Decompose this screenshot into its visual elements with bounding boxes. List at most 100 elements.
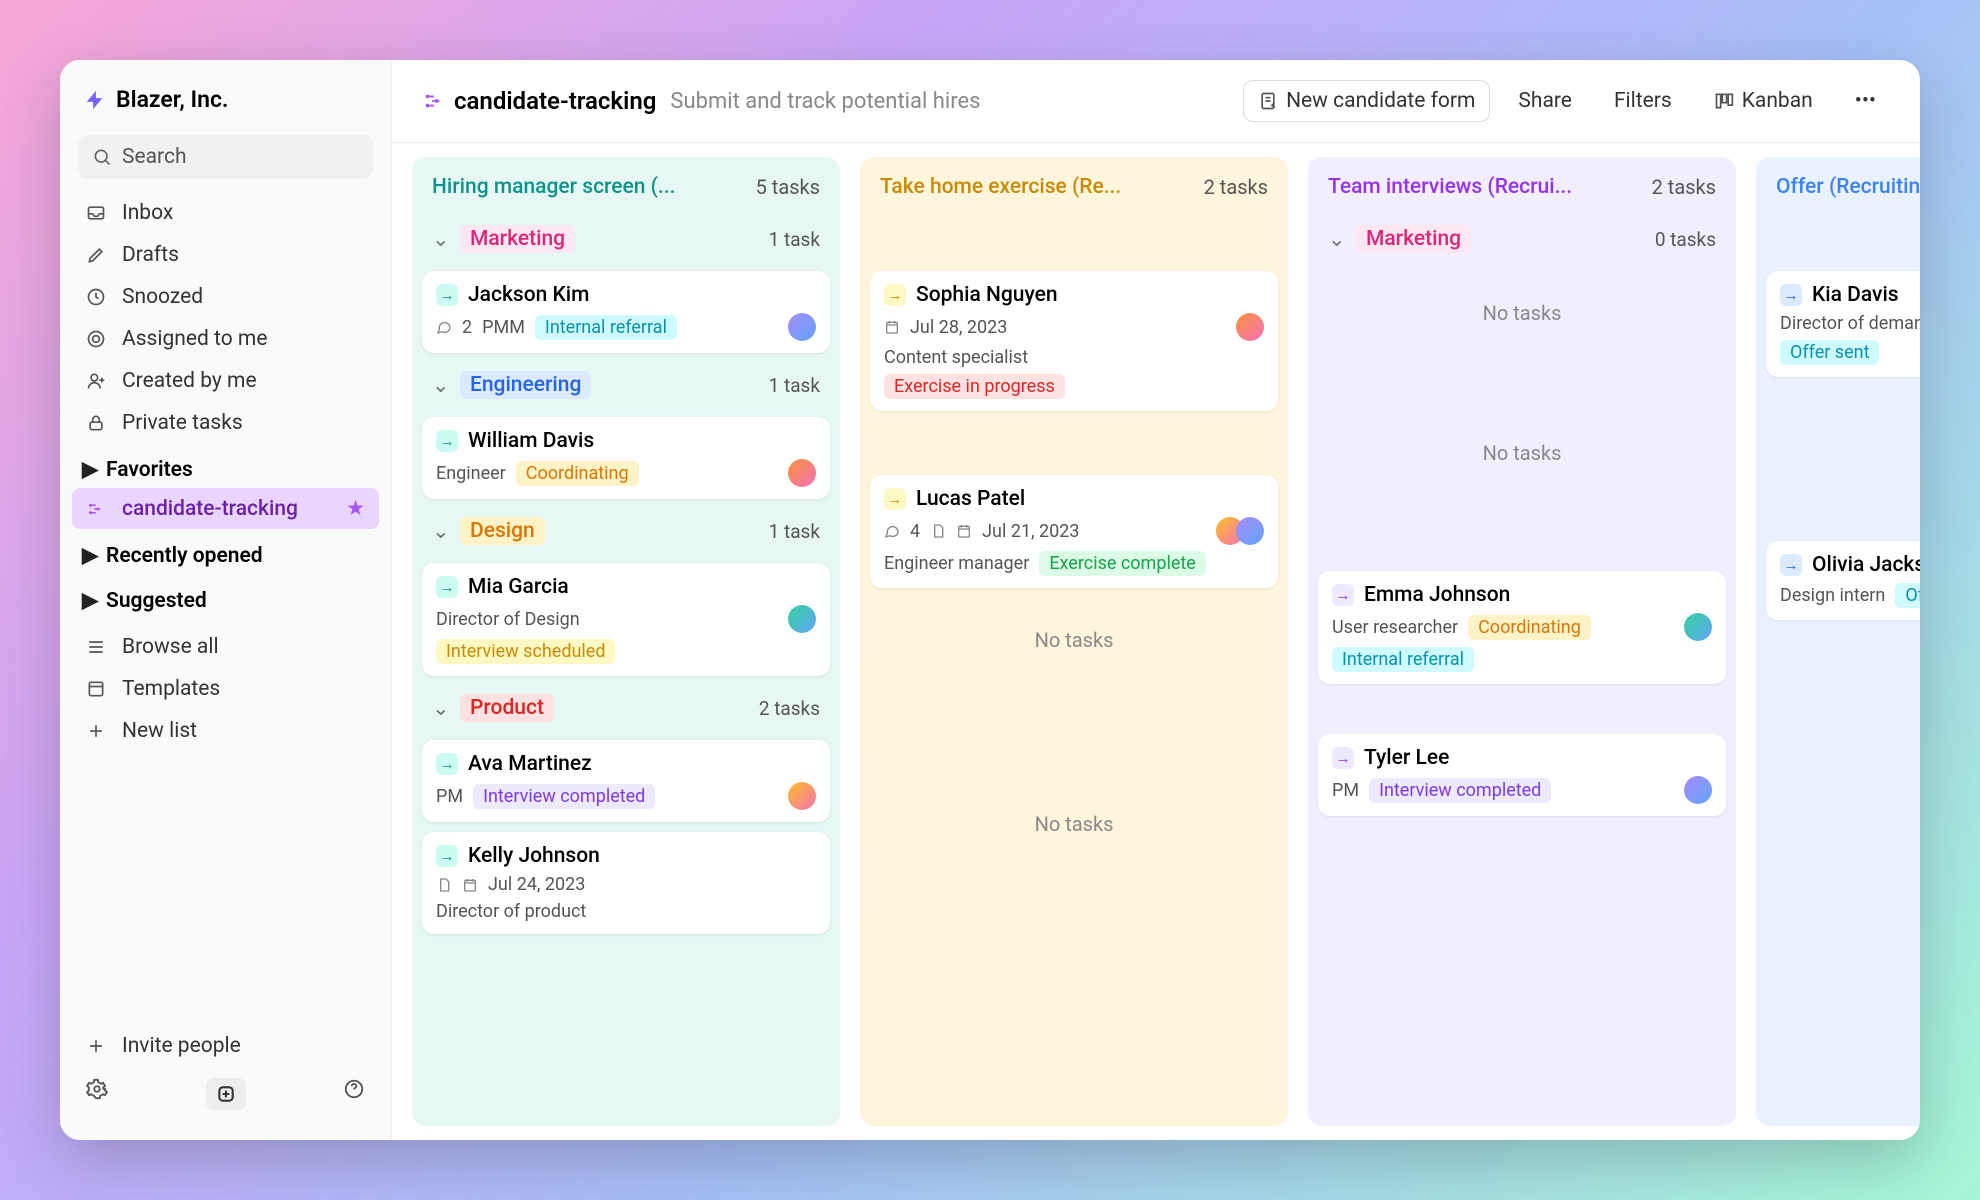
arrow-right-icon: →: [436, 430, 458, 452]
arrow-right-icon: →: [436, 284, 458, 306]
search-placeholder: Search: [122, 145, 187, 169]
card-sophia-nguyen[interactable]: →Sophia Nguyen Jul 28, 2023 Content spec…: [870, 271, 1278, 411]
help-icon[interactable]: [343, 1078, 365, 1110]
avatar: [1236, 313, 1264, 341]
nav-secondary: Browse all Templates New list: [72, 627, 379, 751]
workspace-name: Blazer, Inc.: [116, 86, 228, 113]
nav-templates[interactable]: Templates: [72, 669, 379, 709]
nav-assigned[interactable]: Assigned to me: [72, 319, 379, 359]
section-suggested[interactable]: ▶ Suggested: [72, 574, 379, 619]
more-menu[interactable]: •••: [1841, 81, 1890, 121]
list-subtitle: Submit and track potential hires: [670, 89, 980, 114]
card-olivia-jackson[interactable]: →Olivia Jackson Design internOffe: [1766, 541, 1920, 620]
dots-icon: •••: [1855, 89, 1876, 113]
column-hiring-manager-screen: Hiring manager screen (... 5 tasks ⌄Mark…: [412, 157, 840, 1126]
card-ava-martinez[interactable]: →Ava Martinez PMInterview completed: [422, 740, 830, 822]
share-button[interactable]: Share: [1504, 81, 1586, 121]
chevron-right-icon: ▶: [82, 588, 96, 613]
arrow-right-icon: →: [1780, 284, 1802, 306]
view-kanban-button[interactable]: Kanban: [1700, 81, 1827, 121]
list-icon: [86, 500, 108, 518]
column-offer: Offer (Recruiting) →Kia Davis Director o…: [1756, 157, 1920, 1126]
form-icon: [1258, 91, 1278, 111]
calendar-icon: [462, 877, 478, 893]
header: candidate-tracking Submit and track pote…: [392, 60, 1920, 143]
sidebar: Blazer, Inc. Search Inbox Drafts Snoozed…: [60, 60, 392, 1140]
nav-drafts[interactable]: Drafts: [72, 235, 379, 275]
group-product[interactable]: ⌄Product2 tasks: [422, 686, 830, 730]
arrow-right-icon: →: [436, 845, 458, 867]
group-design[interactable]: ⌄Design1 task: [422, 509, 830, 553]
group-marketing[interactable]: ⌄Marketing1 task: [422, 217, 830, 261]
column-take-home-exercise: Take home exercise (Re...2 tasks →Sophia…: [860, 157, 1288, 1126]
avatar: [1236, 517, 1264, 545]
chevron-down-icon: ⌄: [432, 373, 450, 398]
arrow-right-icon: →: [1780, 554, 1802, 576]
template-icon: [86, 679, 108, 699]
filters-button[interactable]: Filters: [1600, 81, 1686, 121]
card-william-davis[interactable]: →William Davis EngineerCoordinating: [422, 417, 830, 499]
card-jackson-kim[interactable]: →Jackson Kim 2 PMM Internal referral: [422, 271, 830, 353]
column-header[interactable]: Hiring manager screen (... 5 tasks: [422, 167, 830, 207]
column-header[interactable]: Team interviews (Recrui...2 tasks: [1318, 167, 1726, 207]
arrow-right-icon: →: [436, 576, 458, 598]
nav-private[interactable]: Private tasks: [72, 403, 379, 443]
lock-icon: [86, 413, 108, 433]
sidebar-footer: [72, 1066, 379, 1122]
column-team-interviews: Team interviews (Recrui...2 tasks ⌄Marke…: [1308, 157, 1736, 1126]
chevron-down-icon: ⌄: [1328, 227, 1346, 252]
app-window: Blazer, Inc. Search Inbox Drafts Snoozed…: [60, 60, 1920, 1140]
column-header[interactable]: Offer (Recruiting): [1766, 167, 1920, 207]
empty-marketing: No tasks: [1318, 271, 1726, 355]
card-tyler-lee[interactable]: →Tyler Lee PMInterview completed: [1318, 734, 1726, 816]
user-plus-icon: [86, 371, 108, 391]
settings-icon[interactable]: [86, 1078, 108, 1110]
chevron-down-icon: ⌄: [432, 519, 450, 544]
list-lines-icon: [86, 637, 108, 657]
search-input[interactable]: Search: [78, 135, 373, 179]
avatar: [788, 782, 816, 810]
list-title[interactable]: candidate-tracking: [422, 87, 656, 115]
group-marketing[interactable]: ⌄Marketing0 tasks: [1318, 217, 1726, 261]
section-favorites[interactable]: ▶ Favorites: [72, 443, 379, 488]
kanban-board: Hiring manager screen (... 5 tasks ⌄Mark…: [392, 143, 1920, 1140]
workspace-switcher[interactable]: Blazer, Inc.: [72, 78, 379, 121]
avatar: [1684, 776, 1712, 804]
nav-browse[interactable]: Browse all: [72, 627, 379, 667]
arrow-right-icon: →: [1332, 747, 1354, 769]
card-lucas-patel[interactable]: →Lucas Patel 4 Jul 21, 2023 Engineer man…: [870, 475, 1278, 588]
section-recent[interactable]: ▶ Recently opened: [72, 529, 379, 574]
new-candidate-button[interactable]: New candidate form: [1243, 80, 1490, 122]
new-task-button[interactable]: [206, 1078, 246, 1110]
nav-invite[interactable]: Invite people: [72, 1026, 379, 1066]
nav-inbox[interactable]: Inbox: [72, 193, 379, 233]
plus-icon: [86, 1036, 108, 1056]
calendar-icon: [956, 523, 972, 539]
nav-primary: Inbox Drafts Snoozed Assigned to me Crea…: [72, 193, 379, 443]
card-kia-davis[interactable]: →Kia Davis Director of demand Offer sent: [1766, 271, 1920, 377]
card-mia-garcia[interactable]: →Mia Garcia Director of Design Interview…: [422, 563, 830, 676]
bolt-icon: [84, 89, 106, 111]
sidebar-item-candidate-tracking[interactable]: candidate-tracking ★: [72, 488, 379, 529]
empty-engineering: No tas: [1766, 387, 1920, 471]
empty-product: No tasks: [870, 782, 1278, 866]
star-icon[interactable]: ★: [346, 496, 365, 521]
group-engineering[interactable]: ⌄Engineering1 task: [422, 363, 830, 407]
nav-new-list[interactable]: New list: [72, 711, 379, 751]
calendar-icon: [884, 319, 900, 335]
inbox-icon: [86, 203, 108, 223]
card-kelly-johnson[interactable]: →Kelly Johnson Jul 24, 2023 Director of …: [422, 832, 830, 934]
avatar: [1684, 613, 1712, 641]
card-emma-johnson[interactable]: →Emma Johnson User researcherCoordinatin…: [1318, 571, 1726, 684]
arrow-right-icon: →: [1332, 584, 1354, 606]
pencil-icon: [86, 245, 108, 265]
comment-icon: [436, 319, 452, 335]
column-header[interactable]: Take home exercise (Re...2 tasks: [870, 167, 1278, 207]
kanban-icon: [1714, 91, 1734, 111]
chevron-down-icon: ⌄: [432, 227, 450, 252]
list-icon: [422, 90, 444, 112]
nav-created[interactable]: Created by me: [72, 361, 379, 401]
nav-snoozed[interactable]: Snoozed: [72, 277, 379, 317]
empty-design: No tasks: [870, 598, 1278, 682]
chevron-right-icon: ▶: [82, 457, 96, 482]
